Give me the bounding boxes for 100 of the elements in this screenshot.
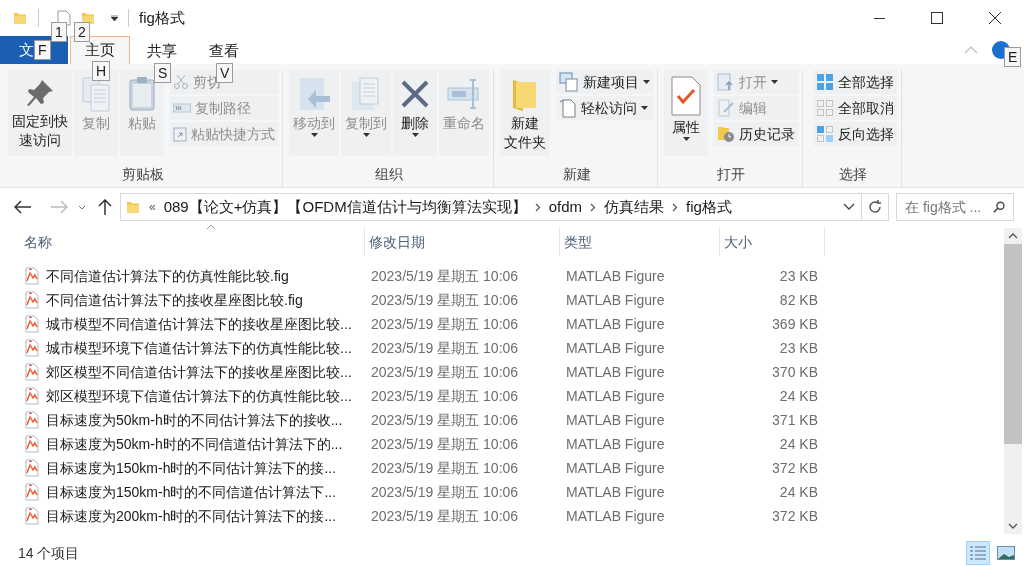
table-cell-text: 2023/5/19 星期五 10:06 (370, 434, 520, 454)
caret-icon (771, 80, 778, 84)
table-cell-text: MATLAB Figure (565, 458, 666, 478)
figure-file-icon (24, 363, 40, 381)
table-cell-text: 2023/5/19 星期五 10:06 (370, 338, 520, 358)
column-header[interactable]: 修改日期 (365, 228, 560, 256)
table-cell-text: 2023/5/19 星期五 10:06 (370, 266, 520, 286)
refresh-icon[interactable] (867, 199, 883, 215)
table-cell-text: 2023/5/19 星期五 10:06 (370, 386, 520, 406)
file-name[interactable]: 目标速度为150km-h时的不同估计算法下的接... (46, 457, 337, 479)
new-item-icon (559, 72, 579, 92)
close-icon (989, 12, 1001, 24)
ribbon-button[interactable]: 轻松访问 (556, 96, 653, 120)
checkmark-document-icon (670, 76, 702, 116)
table-cell-text: 2023/5/19 星期五 10:06 (370, 290, 520, 310)
table-cell-text: 370 KB (771, 362, 818, 382)
keytip-tooltip: S (154, 63, 172, 83)
table-cell-text: MATLAB Figure (565, 386, 666, 406)
ribbon-button[interactable]: 新建文件夹 (500, 70, 550, 156)
breadcrumb[interactable]: 089【论文+仿真】【OFDM信道估计与均衡算法实现】 (163, 195, 527, 219)
ribbon-button[interactable]: 反向选择 (813, 122, 897, 146)
chevron-right-icon[interactable] (534, 202, 541, 212)
caret-icon (411, 133, 419, 137)
keytip-tooltip: H (92, 61, 111, 81)
file-name[interactable]: 目标速度为50km-h时的不同信道估计算法下的... (46, 433, 343, 455)
scrollbar[interactable] (1004, 228, 1022, 534)
file-name[interactable]: 城市模型环境下信道估计算法下的仿真性能比较... (46, 337, 352, 359)
figure-file-icon (24, 267, 40, 285)
ribbon-button[interactable]: 全部取消 (813, 96, 897, 120)
table-cell-text: 372 KB (771, 458, 818, 478)
table-cell-text: 2023/5/19 星期五 10:06 (370, 458, 520, 478)
table-cell-text: MATLAB Figure (565, 290, 666, 310)
grid-icon (816, 99, 834, 117)
column-header[interactable]: 大小 (720, 228, 825, 256)
grid-icon (816, 73, 834, 91)
search-field[interactable]: 在 fig格式 ... (896, 193, 1014, 221)
ribbon-button[interactable]: 删除 (393, 70, 437, 156)
maximize-icon (931, 12, 943, 24)
breadcrumb[interactable]: 仿真结果 (604, 195, 664, 219)
file-name[interactable]: 目标速度为200km-h时的不同估计算法下的接... (46, 505, 337, 527)
ribbon-tab[interactable]: 共享 (132, 38, 192, 64)
rename-icon (446, 76, 482, 112)
keytip-tooltip: 1 (51, 22, 67, 42)
overflow-chevrons[interactable]: « (149, 198, 156, 216)
group-label: 选择 (838, 165, 868, 184)
table-cell-text: 23 KB (778, 338, 818, 358)
group-label: 剪贴板 (121, 165, 165, 184)
up-arrow-icon[interactable] (98, 199, 112, 215)
table-cell-text: 2023/5/19 星期五 10:06 (370, 362, 520, 382)
file-name[interactable]: 不同信道估计算法下的仿真性能比较.fig (46, 265, 289, 287)
figure-file-icon (24, 339, 40, 357)
file-name[interactable]: 不同信道估计算法下的接收星座图比较.fig (46, 289, 303, 311)
table-cell-text: MATLAB Figure (565, 482, 666, 502)
table-cell-text: 24 KB (778, 482, 818, 502)
chevron-down-icon[interactable] (843, 203, 855, 211)
caret-icon (682, 137, 690, 141)
group-label: 新建 (561, 165, 592, 184)
table-cell-text: MATLAB Figure (565, 434, 666, 454)
table-cell-text: MATLAB Figure (565, 506, 666, 526)
ribbon-tab[interactable]: 查看 (194, 38, 254, 64)
ribbon-button[interactable]: 固定到快速访问 (8, 70, 72, 156)
figure-file-icon (24, 291, 40, 309)
back-arrow-icon[interactable] (14, 200, 32, 214)
chevron-down-icon[interactable] (78, 204, 86, 210)
file-name[interactable]: 城市模型不同信道估计算法下的接收星座图比较... (46, 313, 352, 335)
ribbon-button[interactable]: 全部选择 (813, 70, 897, 94)
file-name[interactable]: 郊区模型环境下信道估计算法下的仿真性能比较... (46, 385, 352, 407)
ribbon-button[interactable]: 新建项目 (556, 70, 653, 94)
column-header[interactable]: 类型 (560, 228, 720, 256)
chevron-right-icon[interactable] (672, 202, 678, 212)
grid-icon (816, 125, 834, 143)
item-count: 14 个项目 (18, 543, 80, 563)
table-cell-text: 371 KB (771, 410, 818, 430)
caret-icon (643, 80, 650, 84)
figure-file-icon (24, 435, 40, 453)
ribbon-button[interactable]: 历史记录 (714, 122, 798, 146)
figure-file-icon (24, 315, 40, 333)
address-bar[interactable]: « 089【论文+仿真】【OFDM信道估计与均衡算法实现】 ofdm 仿真结果 fig格式 (120, 193, 889, 221)
table-cell-text: 24 KB (778, 434, 818, 454)
file-name[interactable]: 郊区模型不同信道估计算法下的接收星座图比较... (46, 361, 352, 383)
figure-file-icon (24, 483, 40, 501)
folder-icon (12, 10, 28, 26)
column-header[interactable]: 名称 (20, 228, 365, 256)
caret-icon[interactable] (111, 15, 118, 21)
open-icon (717, 73, 735, 91)
minimize-icon (873, 17, 885, 19)
file-name[interactable]: 目标速度为150km-h时的不同信道估计算法下... (46, 481, 337, 503)
table-cell-text: 2023/5/19 星期五 10:06 (370, 482, 520, 502)
search-icon[interactable] (992, 200, 1005, 214)
keytip-tooltip: V (216, 63, 234, 83)
ribbon-button[interactable]: 属性 (664, 70, 708, 156)
table-cell-text: 2023/5/19 星期五 10:06 (370, 410, 520, 430)
figure-file-icon (24, 507, 40, 525)
edit-icon (717, 99, 735, 117)
chevron-right-icon[interactable] (590, 202, 596, 212)
breadcrumb[interactable]: fig格式 (686, 195, 732, 219)
table-cell-text: MATLAB Figure (565, 266, 666, 286)
ribbon-tab[interactable]: 主页 (70, 36, 130, 64)
breadcrumb[interactable]: ofdm (548, 195, 582, 219)
file-name[interactable]: 目标速度为50km-h时的不同估计算法下的接收... (46, 409, 343, 431)
